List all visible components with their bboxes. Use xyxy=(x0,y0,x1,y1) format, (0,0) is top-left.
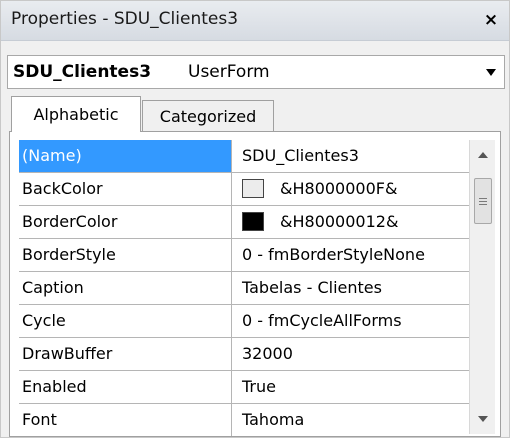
property-name: Font xyxy=(19,404,232,436)
property-row-name[interactable]: (Name) SDU_Clientes3 xyxy=(19,140,469,173)
tab-categorized[interactable]: Categorized xyxy=(142,100,274,132)
property-row-enabled[interactable]: Enabled True xyxy=(19,371,469,404)
property-row-backcolor[interactable]: BackColor &H8000000F& xyxy=(19,173,469,206)
property-grid-frame: (Name) SDU_Clientes3 BackColor &H8000000… xyxy=(9,131,501,437)
property-name: BackColor xyxy=(19,173,232,205)
property-row-font[interactable]: Font Tahoma xyxy=(19,404,469,437)
property-value[interactable]: 32000 xyxy=(232,338,469,370)
property-value[interactable]: Tahoma xyxy=(232,404,469,436)
grip-line xyxy=(479,198,487,199)
scroll-down-arrow-icon[interactable] xyxy=(478,416,488,422)
property-name: Caption xyxy=(19,272,232,304)
property-name: BorderStyle xyxy=(19,239,232,271)
property-value[interactable]: &H80000012& xyxy=(232,206,469,238)
property-value[interactable]: &H8000000F& xyxy=(232,173,469,205)
tab-alphabetic[interactable]: Alphabetic xyxy=(11,96,141,132)
property-row-bordercolor[interactable]: BorderColor &H80000012& xyxy=(19,206,469,239)
property-name: (Name) xyxy=(19,140,232,172)
property-value-text: &H8000000F& xyxy=(280,179,398,198)
property-row-caption[interactable]: Caption Tabelas - Clientes xyxy=(19,272,469,305)
property-grid: (Name) SDU_Clientes3 BackColor &H8000000… xyxy=(19,140,469,437)
property-name: Enabled xyxy=(19,371,232,403)
property-name: BorderColor xyxy=(19,206,232,238)
property-value[interactable]: True xyxy=(232,371,469,403)
property-row-borderstyle[interactable]: BorderStyle 0 - fmBorderStyleNone xyxy=(19,239,469,272)
property-value[interactable]: 0 - fmBorderStyleNone xyxy=(232,239,469,271)
vertical-scrollbar[interactable] xyxy=(469,140,495,434)
property-value-text: &H80000012& xyxy=(280,212,399,231)
grip-line xyxy=(479,204,487,205)
chevron-down-icon[interactable] xyxy=(486,69,496,76)
scroll-up-arrow-icon[interactable] xyxy=(478,152,488,158)
window-title: Properties - SDU_Clientes3 xyxy=(11,9,239,29)
scroll-thumb[interactable] xyxy=(474,178,492,224)
property-name: Cycle xyxy=(19,305,232,337)
property-value[interactable]: 0 - fmCycleAllForms xyxy=(232,305,469,337)
property-value[interactable]: Tabelas - Clientes xyxy=(232,272,469,304)
title-bar[interactable]: Properties - SDU_Clientes3 × xyxy=(1,1,509,41)
grip-line xyxy=(479,201,487,202)
backcolor-swatch xyxy=(242,179,264,198)
property-value[interactable]: SDU_Clientes3 xyxy=(232,140,469,172)
object-selector-dropdown[interactable]: SDU_Clientes3 UserForm xyxy=(7,55,505,89)
object-type: UserForm xyxy=(188,62,270,82)
property-name: DrawBuffer xyxy=(19,338,232,370)
bordercolor-swatch xyxy=(242,212,264,231)
properties-window: Properties - SDU_Clientes3 × SDU_Cliente… xyxy=(0,0,510,438)
property-row-drawbuffer[interactable]: DrawBuffer 32000 xyxy=(19,338,469,371)
property-row-cycle[interactable]: Cycle 0 - fmCycleAllForms xyxy=(19,305,469,338)
close-button[interactable]: × xyxy=(481,10,501,30)
object-name: SDU_Clientes3 xyxy=(13,62,152,82)
